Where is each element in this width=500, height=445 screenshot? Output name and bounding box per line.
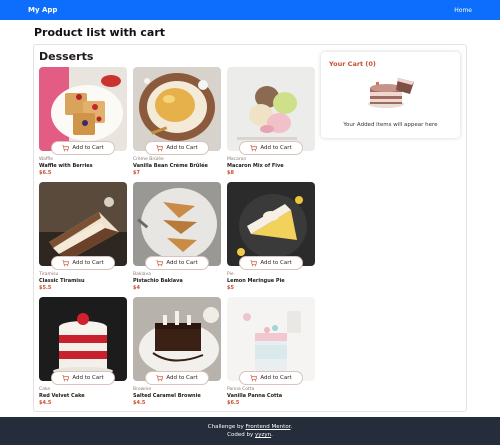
product-name: Waffle with Berries [39,163,93,169]
product-image [133,297,221,381]
product-category: Crème Brûlée [133,157,164,162]
add-to-cart-label: Add to Cart [260,375,292,381]
cart-icon [62,259,70,266]
product-name: Red Velvet Cake [39,393,85,399]
cart-icon [250,374,258,381]
product-image [227,182,315,266]
footer-line-1: Challenge by Frontend Mentor. [0,423,500,431]
add-to-cart-button[interactable]: Add to Cart [145,141,209,155]
cart-icon [156,374,164,381]
product-card: Add to Cart Cake Red Velvet Cake $4.5 [39,297,127,406]
add-to-cart-button[interactable]: Add to Cart [145,256,209,270]
product-name: Pistachio Baklava [133,278,183,284]
cart-panel: Your Cart (0) Your Added items will appe… [321,52,460,138]
product-name: Classic Tiramisu [39,278,85,284]
product-name: Vanilla Panna Cotta [227,393,283,399]
product-price: $4 [133,285,140,291]
frontend-mentor-link[interactable]: Frontend Mentor [246,424,291,430]
product-image [227,67,315,151]
product-price: $4.5 [133,400,146,406]
page-title: Product list with cart [34,26,166,39]
product-category: Macaron [227,157,247,162]
product-image [227,297,315,381]
product-card: Add to Cart Panna Cotta Vanilla Panna Co… [227,297,315,406]
product-category: Panna Cotta [227,387,255,392]
product-price: $6.5 [227,400,240,406]
product-image [39,67,127,151]
cart-icon [156,144,164,151]
product-category: Baklava [133,272,151,277]
add-to-cart-button[interactable]: Add to Cart [51,141,115,155]
footer-coded-text: Coded by [227,432,255,438]
product-price: $8 [227,170,234,176]
product-name: Vanilla Bean Crème Brûlée [133,163,208,169]
product-image [133,67,221,151]
add-to-cart-label: Add to Cart [260,145,292,151]
add-to-cart-button[interactable]: Add to Cart [51,256,115,270]
product-image [39,297,127,381]
author-link[interactable]: yyzyn [255,432,271,438]
empty-cart-cake-icon [366,74,416,114]
add-to-cart-label: Add to Cart [72,260,104,266]
cart-title: Your Cart (0) [329,60,376,68]
product-image [39,182,127,266]
cart-icon [156,259,164,266]
product-category: Pie [227,272,234,277]
add-to-cart-label: Add to Cart [72,375,104,381]
product-image [133,182,221,266]
footer-line-2: Coded by yyzyn. [0,431,500,439]
footer-challenge-text: Challenge by [207,424,246,430]
product-category: Brownie [133,387,152,392]
add-to-cart-label: Add to Cart [166,260,198,266]
product-card: Add to Cart Brownie Salted Caramel Brown… [133,297,221,406]
add-to-cart-button[interactable]: Add to Cart [51,371,115,385]
product-price: $6.5 [39,170,52,176]
product-card: Add to Cart Macaron Macaron Mix of Five … [227,67,315,176]
product-card: Add to Cart Crème Brûlée Vanilla Bean Cr… [133,67,221,176]
product-category: Tiramisu [39,272,59,277]
cart-empty-message: Your Added items will appear here [343,122,438,128]
navbar: My App Home [0,0,500,20]
cart-icon [62,144,70,151]
product-category: Waffle [39,157,54,162]
product-card: Add to Cart Tiramisu Classic Tiramisu $5… [39,182,127,291]
product-name: Lemon Meringue Pie [227,278,285,284]
add-to-cart-button[interactable]: Add to Cart [145,371,209,385]
add-to-cart-label: Add to Cart [260,260,292,266]
product-card: Add to Cart Pie Lemon Meringue Pie $5 [227,182,315,291]
product-card: Add to Cart Waffle Waffle with Berries $… [39,67,127,176]
cart-icon [250,259,258,266]
brand-link[interactable]: My App [28,6,57,14]
product-category: Cake [39,387,51,392]
footer-period: . [290,424,293,430]
add-to-cart-button[interactable]: Add to Cart [239,371,303,385]
add-to-cart-button[interactable]: Add to Cart [239,141,303,155]
add-to-cart-button[interactable]: Add to Cart [239,256,303,270]
product-price: $5 [227,285,234,291]
product-name: Macaron Mix of Five [227,163,284,169]
product-price: $7 [133,170,140,176]
footer-period-2: . [271,432,273,438]
add-to-cart-label: Add to Cart [166,375,198,381]
add-to-cart-label: Add to Cart [166,145,198,151]
section-title: Desserts [39,50,94,63]
product-card: Add to Cart Baklava Pistachio Baklava $4 [133,182,221,291]
cart-icon [62,374,70,381]
footer: Challenge by Frontend Mentor. Coded by y… [0,417,500,445]
product-price: $5.5 [39,285,52,291]
nav-home-link[interactable]: Home [454,7,472,14]
add-to-cart-label: Add to Cart [72,145,104,151]
cart-icon [250,144,258,151]
product-price: $4.5 [39,400,52,406]
product-name: Salted Caramel Brownie [133,393,201,399]
